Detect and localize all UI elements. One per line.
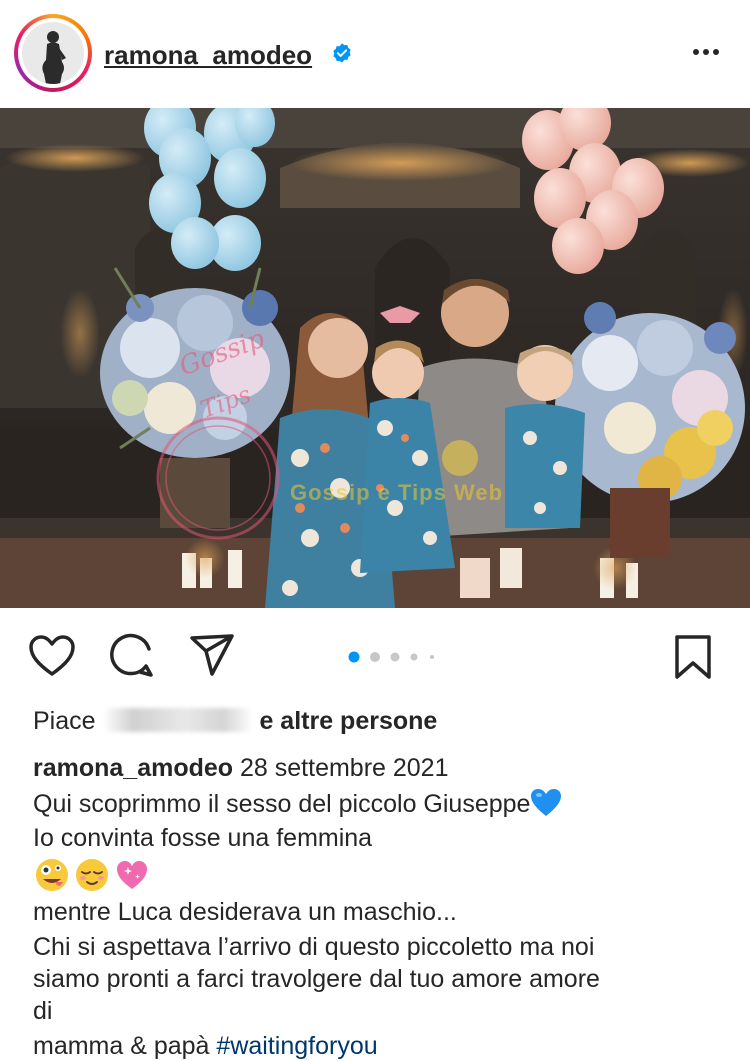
caption-header: ramona_amodeo 28 settembre 2021: [33, 753, 449, 783]
likes-line[interactable]: Piace e altre persone: [33, 706, 437, 736]
carousel-dot: [370, 652, 380, 662]
carousel-dot: [410, 653, 418, 661]
likes-prefix: Piace: [33, 707, 96, 735]
heart-icon[interactable]: [28, 634, 76, 678]
caption-line-7-text: mamma & papà: [33, 1032, 210, 1060]
likes-blurred-username: [102, 708, 253, 733]
carousel-dot-active: [348, 651, 360, 663]
watermark-center-text: Gossip e Tips Web: [290, 480, 504, 505]
post-header: ramona_amodeo: [0, 0, 750, 108]
caption-line-3: mentre Luca desiderava un maschio...: [33, 898, 457, 926]
caption-line-1: Qui scoprimmo il sesso del piccolo Giuse…: [33, 788, 562, 819]
caption-line-4: Chi si aspettava l’arrivo di questo picc…: [33, 933, 595, 961]
bookmark-icon[interactable]: [673, 633, 713, 681]
hashtag-link[interactable]: #waitingforyou: [216, 1032, 377, 1060]
caption-line-6: di: [33, 997, 53, 1025]
story-ring[interactable]: [14, 14, 92, 92]
caption-date: 28 settembre 2021: [240, 754, 449, 782]
carousel-dot: [390, 652, 400, 662]
comment-icon[interactable]: [109, 633, 155, 679]
carousel-dot: [430, 655, 434, 659]
carousel-indicator: [348, 651, 434, 663]
caption-line-1-text: Qui scoprimmo il sesso del piccolo Giuse…: [33, 790, 531, 818]
avatar-silhouette-icon: [22, 22, 84, 84]
post-author-username[interactable]: ramona_amodeo: [104, 40, 312, 71]
share-icon[interactable]: [188, 632, 236, 678]
caption-username[interactable]: ramona_amodeo: [33, 754, 233, 782]
more-options-icon[interactable]: [686, 40, 726, 64]
verified-badge-icon: [333, 43, 351, 63]
caption-line-5: siamo pronti a farci travolgere dal tuo …: [33, 965, 600, 993]
family-photo-image: [0, 108, 750, 608]
caption-line-2: Io convinta fosse una femmina: [33, 824, 373, 852]
avatar[interactable]: [22, 22, 84, 84]
post-photo[interactable]: Gossip Tips Gossip e Tips Web: [0, 108, 750, 608]
relieved-face-emoji: [76, 859, 108, 891]
zany-face-emoji: [36, 859, 68, 891]
watermark-center: [442, 440, 478, 476]
blue-heart-icon: [531, 789, 562, 816]
caption-line-7: mamma & papà #waitingforyou: [33, 1031, 378, 1061]
sparkling-heart-emoji: [117, 861, 147, 889]
likes-suffix: e altre persone: [259, 707, 438, 735]
